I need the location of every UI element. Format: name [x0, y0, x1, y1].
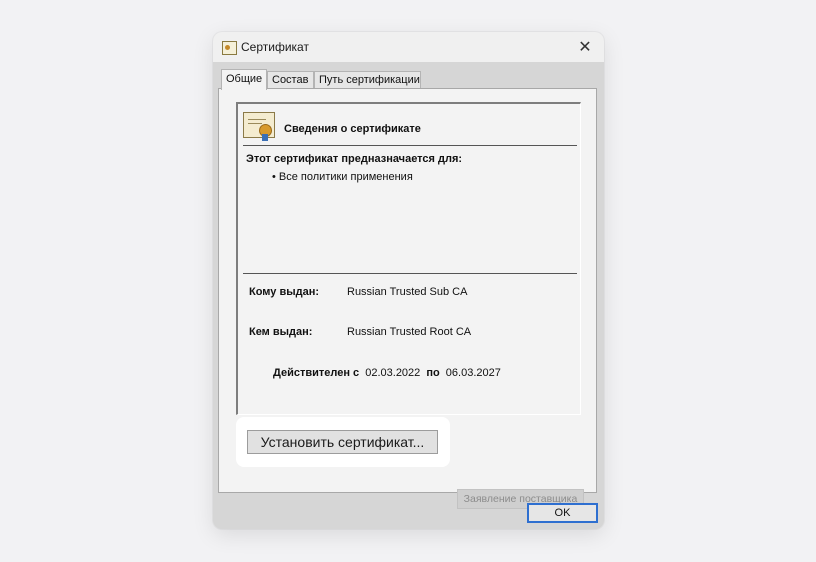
certificate-icon [222, 41, 237, 55]
certificate-info-icon [243, 112, 275, 141]
issued-by-label: Кем выдан: [249, 326, 313, 338]
divider [243, 273, 577, 274]
tab-certification-path[interactable]: Путь сертификации [314, 71, 421, 89]
validity-row: Действителен с 02.03.2022 по 06.03.2027 [273, 367, 501, 379]
install-certificate-button[interactable]: Установить сертификат... [247, 430, 438, 454]
valid-from-date: 02.03.2022 [365, 367, 421, 379]
tab-details[interactable]: Состав [267, 71, 314, 89]
issued-to-value: Russian Trusted Sub CA [347, 286, 468, 298]
tab-general[interactable]: Общие [221, 69, 267, 90]
valid-to-label: по [426, 367, 440, 379]
issued-by-value: Russian Trusted Root CA [347, 326, 472, 338]
certificate-info-box: Сведения о сертификате Этот сертификат п… [236, 102, 581, 415]
purpose-title: Этот сертификат предназначается для: [246, 153, 463, 165]
valid-from-label: Действителен с [273, 367, 360, 379]
title-bar[interactable]: Сертификат ✕ [213, 32, 604, 62]
issued-to-label: Кому выдан: [249, 286, 320, 298]
certificate-info-heading: Сведения о сертификате [284, 123, 421, 135]
purpose-list-item: • Все политики применения [272, 171, 413, 183]
close-icon[interactable]: ✕ [576, 38, 594, 56]
valid-to-date: 06.03.2027 [445, 367, 501, 379]
divider [243, 145, 577, 146]
ok-button[interactable]: OK [527, 503, 598, 523]
certificate-dialog: Сертификат ✕ Общие Состав Путь сертифика… [213, 32, 604, 529]
screenshot-background: Сертификат ✕ Общие Состав Путь сертифика… [0, 0, 816, 562]
window-title: Сертификат [241, 40, 309, 54]
